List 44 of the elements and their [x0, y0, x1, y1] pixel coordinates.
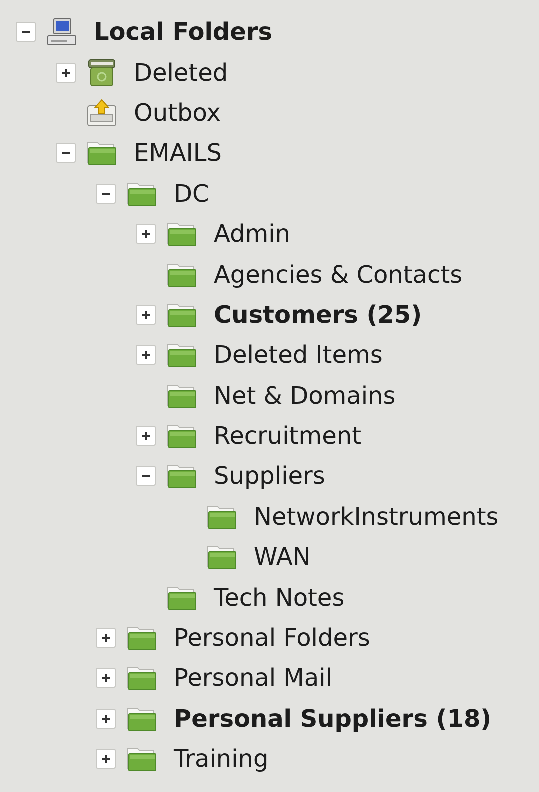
- folder-label[interactable]: Agencies & Contacts: [214, 256, 463, 293]
- collapse-toggle[interactable]: [56, 143, 76, 164]
- outbox-icon: [86, 98, 118, 128]
- expand-toggle[interactable]: [136, 345, 156, 366]
- plus-icon: [61, 68, 71, 78]
- folder-label[interactable]: Deleted: [134, 54, 228, 91]
- folder-label[interactable]: Personal Mail: [174, 660, 332, 696]
- folder-label[interactable]: WAN: [254, 539, 311, 576]
- folder-label[interactable]: Tech Notes: [214, 580, 345, 616]
- computer-icon: [46, 17, 78, 48]
- folder-label[interactable]: Personal Folders: [174, 620, 370, 656]
- expand-toggle[interactable]: [136, 426, 156, 446]
- plus-icon: [101, 673, 111, 684]
- expand-toggle[interactable]: [96, 668, 116, 688]
- plus-icon: [101, 633, 111, 644]
- folder-label[interactable]: Recruitment: [214, 418, 362, 454]
- folder-label[interactable]: Deleted Items: [214, 337, 383, 374]
- expand-toggle[interactable]: [56, 62, 76, 83]
- folder-label[interactable]: Personal Suppliers (18): [174, 700, 492, 737]
- trash-icon: [86, 58, 118, 88]
- folder-label[interactable]: Net & Domains: [214, 378, 396, 414]
- plus-icon: [141, 310, 151, 320]
- expand-toggle[interactable]: [96, 708, 116, 729]
- expand-toggle[interactable]: [96, 749, 116, 770]
- folder-label[interactable]: Admin: [214, 216, 290, 252]
- plus-icon: [141, 350, 151, 360]
- folder-label[interactable]: Training: [174, 741, 269, 778]
- plus-icon: [101, 754, 111, 764]
- plus-icon: [141, 229, 151, 240]
- expand-toggle[interactable]: [136, 304, 156, 325]
- folder-label[interactable]: EMAILS: [134, 135, 222, 172]
- expand-toggle[interactable]: [96, 628, 116, 648]
- folder-label[interactable]: DC: [174, 176, 210, 212]
- plus-icon: [101, 714, 111, 724]
- folder-label[interactable]: Suppliers: [214, 458, 326, 494]
- folder-label[interactable]: Local Folders: [94, 14, 272, 50]
- folder-label[interactable]: Customers (25): [214, 296, 422, 333]
- expand-toggle[interactable]: [136, 224, 156, 244]
- collapse-toggle[interactable]: [16, 22, 36, 42]
- folder-label[interactable]: Outbox: [134, 94, 221, 131]
- collapse-toggle[interactable]: [96, 184, 116, 204]
- plus-icon: [141, 431, 151, 442]
- collapse-toggle[interactable]: [136, 466, 156, 486]
- folder-label[interactable]: NetworkInstruments: [254, 498, 499, 535]
